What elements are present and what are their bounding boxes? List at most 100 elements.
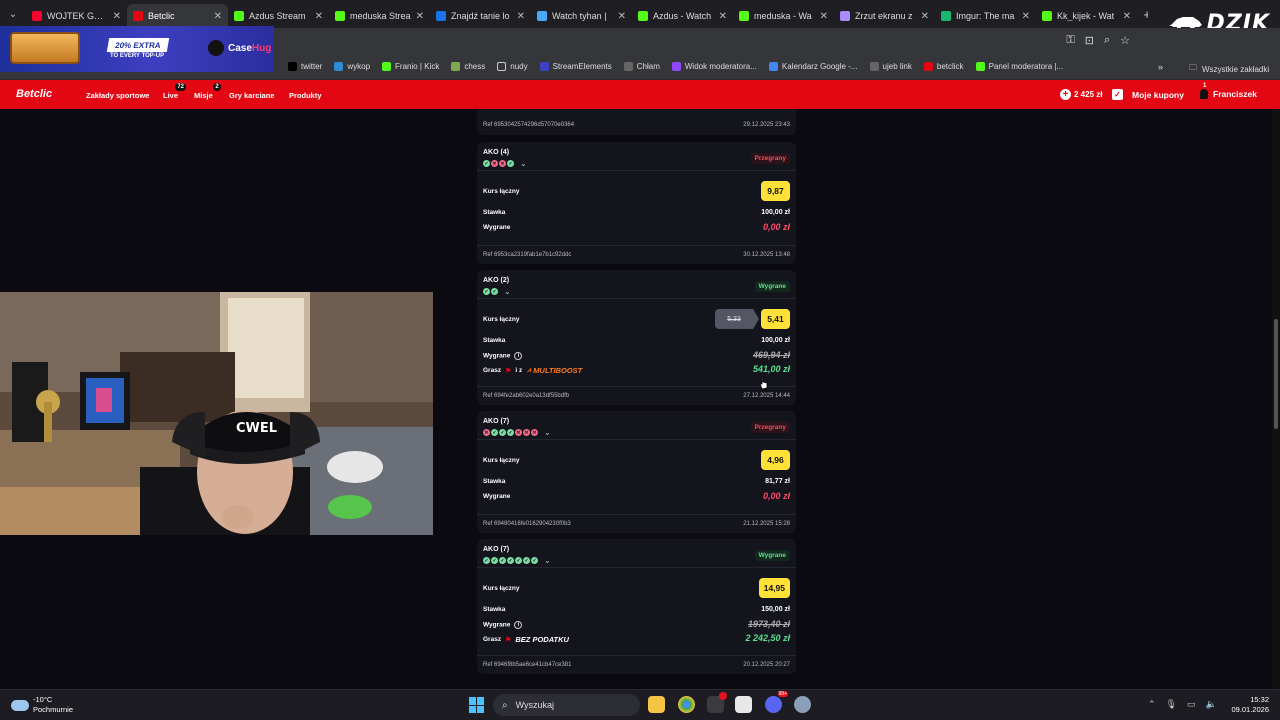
stake-label: Stawka xyxy=(483,209,506,216)
bookmark-item[interactable]: ujeb link xyxy=(869,62,912,71)
browser-tab[interactable]: WOJTEK GOLA ✕ xyxy=(26,4,127,28)
betclic-logo[interactable]: Betclic xyxy=(16,88,52,100)
info-icon[interactable]: i xyxy=(514,352,523,360)
nav-item[interactable]: Live 72 xyxy=(163,83,187,100)
windows-start-icon[interactable] xyxy=(469,697,485,713)
bookmark-item[interactable]: Widok moderatora... xyxy=(671,62,757,71)
close-tab-icon[interactable]: ✕ xyxy=(1123,11,1131,22)
close-tab-icon[interactable]: ✕ xyxy=(719,11,727,22)
pick-lost-icon: ✕ xyxy=(499,160,506,167)
bookmark-label: Kalendarz Google -... xyxy=(781,62,858,71)
expand-chevron-icon[interactable]: ⌄ xyxy=(520,159,527,168)
bookmark-item[interactable]: Franio | Kick xyxy=(382,62,439,71)
browser-tab[interactable]: meduska Strea ✕ xyxy=(329,4,430,28)
bookmark-item[interactable]: nudy xyxy=(497,62,528,71)
nav-item[interactable]: Zakłady sportowe xyxy=(86,91,149,100)
browser-tab[interactable]: Azdus Stream ✕ xyxy=(228,4,329,28)
photo-editor-icon[interactable] xyxy=(735,696,752,713)
close-tab-icon[interactable]: ✕ xyxy=(416,11,424,22)
expand-chevron-icon[interactable]: ⌄ xyxy=(504,287,511,296)
close-tab-icon[interactable]: ✕ xyxy=(517,11,525,22)
bet-card[interactable]: AKO (2) ✓ ✓ ⌄ Wygrane Kurs łączny 5,33 5,41 Staw… xyxy=(477,270,796,405)
stake-label: Stawka xyxy=(483,606,506,613)
bookmark-item[interactable]: StreamElements xyxy=(539,62,612,71)
nav-item[interactable]: Misje 2 xyxy=(194,83,221,100)
bet-picks[interactable]: ✓ ✓ ⌄ xyxy=(483,287,511,296)
browser-tab[interactable]: Zrzut ekranu z ✕ xyxy=(834,4,935,28)
pick-won-icon: ✓ xyxy=(499,429,506,436)
star-bookmark-icon[interactable]: ☆ xyxy=(1120,34,1130,47)
network-icon[interactable]: ▭ xyxy=(1187,699,1196,710)
bet-picks[interactable]: ✓ ✓ ✓ ✓ ✓ ✓ ✓ ⌄ xyxy=(483,556,551,565)
expand-chevron-icon[interactable]: ⌄ xyxy=(544,428,551,437)
install-app-icon[interactable]: ⊡ xyxy=(1085,34,1094,47)
taskbar-clock[interactable]: 15:32 09.01.2026 xyxy=(1225,695,1269,715)
bookmark-item[interactable]: betclick xyxy=(923,62,964,71)
microphone-icon[interactable]: 🎙 xyxy=(1166,699,1177,710)
weather-widget[interactable]: -10°C Pochmurnie xyxy=(11,695,73,715)
discord-icon[interactable]: 99+ xyxy=(765,691,788,713)
total-odds-label: Kurs łączny xyxy=(483,316,520,323)
browser-tab[interactable]: Znajdź tanie lo ✕ xyxy=(430,4,531,28)
wykop-icon xyxy=(334,62,344,71)
bookmark-item[interactable]: Kalendarz Google -... xyxy=(768,62,858,71)
casehug-ad-banner[interactable]: 20% EXTRA TO EVERY TOP-UP Case Hug xyxy=(0,26,274,72)
my-coupons-button[interactable]: ✓ Moje kupony xyxy=(1112,89,1184,100)
browser-tab[interactable]: Imgur: The ma ✕ xyxy=(935,4,1036,28)
app-icon[interactable] xyxy=(707,692,727,713)
settings-gear-icon[interactable] xyxy=(794,696,811,713)
close-tab-icon[interactable]: ✕ xyxy=(820,11,828,22)
bookmark-item[interactable]: chess xyxy=(451,62,485,71)
chrome-icon[interactable] xyxy=(678,696,695,713)
info-icon[interactable]: i xyxy=(514,621,523,629)
nav-item[interactable]: Produkty xyxy=(289,91,322,100)
taskbar-search[interactable]: ⌕ Wyszukaj xyxy=(493,694,640,716)
close-tab-icon[interactable]: ✕ xyxy=(1022,11,1030,22)
tab-search-chevron-icon[interactable]: ⌄ xyxy=(0,0,26,28)
winnings-label: Wygrane i xyxy=(483,621,523,629)
user-menu[interactable]: 1 Franciszek xyxy=(1200,83,1257,99)
file-explorer-icon[interactable] xyxy=(648,696,665,713)
page-scrollbar[interactable] xyxy=(1272,109,1280,689)
bookmark-item[interactable]: Panel moderatora |... xyxy=(975,62,1063,71)
bookmark-item[interactable]: Chłam xyxy=(623,62,660,71)
bet-ref: Ref 6953042574296d57070e0364 xyxy=(483,122,575,128)
bet-picks[interactable]: ✓ ✕ ✕ ✓ ⌄ xyxy=(483,159,527,168)
close-tab-icon[interactable]: ✕ xyxy=(618,11,626,22)
bookmark-item[interactable]: twitter xyxy=(288,62,322,71)
bet-status-badge: Przegrany xyxy=(750,422,790,433)
pick-won-icon: ✓ xyxy=(507,429,514,436)
balance-button[interactable]: +2 425 zł xyxy=(1060,89,1102,100)
browser-tab[interactable]: Azdus - Watch ✕ xyxy=(632,4,733,28)
close-tab-icon[interactable]: ✕ xyxy=(113,11,121,22)
bet-card[interactable]: AKO (7) ✓ ✓ ✓ ✓ ✓ ✓ ✓ ⌄ Wygrane Kurs łączny 14,95 St… xyxy=(477,539,796,674)
zoom-icon[interactable]: ⌕ xyxy=(1104,34,1110,47)
nav-item[interactable]: Gry karciane xyxy=(229,91,274,100)
close-tab-icon[interactable]: ✕ xyxy=(214,11,222,22)
multiboost-label: MULTIBOOST xyxy=(533,366,583,375)
bet-card[interactable]: Ref 6953042574296d57070e0364 29.12.2025 2… xyxy=(477,109,796,135)
cloud-icon xyxy=(11,699,29,711)
pick-lost-icon: ✕ xyxy=(483,429,490,436)
scrollbar-thumb[interactable] xyxy=(1274,319,1278,429)
browser-tab[interactable]: Betclic ✕ xyxy=(127,4,228,28)
browser-tab[interactable]: meduska - Wa ✕ xyxy=(733,4,834,28)
bookmark-item[interactable]: wykop xyxy=(334,62,370,71)
bet-card[interactable]: AKO (7) ✕ ✓ ✓ ✓ ✕ ✕ ✕ ⌄ Przegrany Kurs łączny 4,96 S… xyxy=(477,411,796,533)
pick-lost-icon: ✕ xyxy=(531,429,538,436)
bet-card[interactable]: AKO (4) ✓ ✕ ✕ ✓ ⌄ Przegrany Kurs łączny 9,87 Staw… xyxy=(477,142,796,264)
close-tab-icon[interactable]: ✕ xyxy=(921,11,929,22)
tray-chevron-icon[interactable]: ⌃ xyxy=(1148,699,1156,710)
password-key-icon[interactable]: ⚿ xyxy=(1066,34,1074,47)
total-odds-label: Kurs łączny xyxy=(483,188,520,195)
bookmarks-overflow-chevron-icon[interactable]: » xyxy=(1158,62,1163,72)
volume-icon[interactable]: 🔈 xyxy=(1206,699,1217,710)
expand-chevron-icon[interactable]: ⌄ xyxy=(544,556,551,565)
browser-tab[interactable]: Kk_kijek - Wat ✕ xyxy=(1036,4,1137,28)
close-tab-icon[interactable]: ✕ xyxy=(315,11,323,22)
all-bookmarks-button[interactable]: 🗀 Wszystkie zakładki xyxy=(1189,62,1269,76)
winnings-label: Wygrane i xyxy=(483,352,523,360)
bet-picks[interactable]: ✕ ✓ ✓ ✓ ✕ ✕ ✕ ⌄ xyxy=(483,428,551,437)
browser-tab[interactable]: Watch tyhan | ✕ xyxy=(531,4,632,28)
total-odds-value: 14,95 xyxy=(758,578,790,598)
